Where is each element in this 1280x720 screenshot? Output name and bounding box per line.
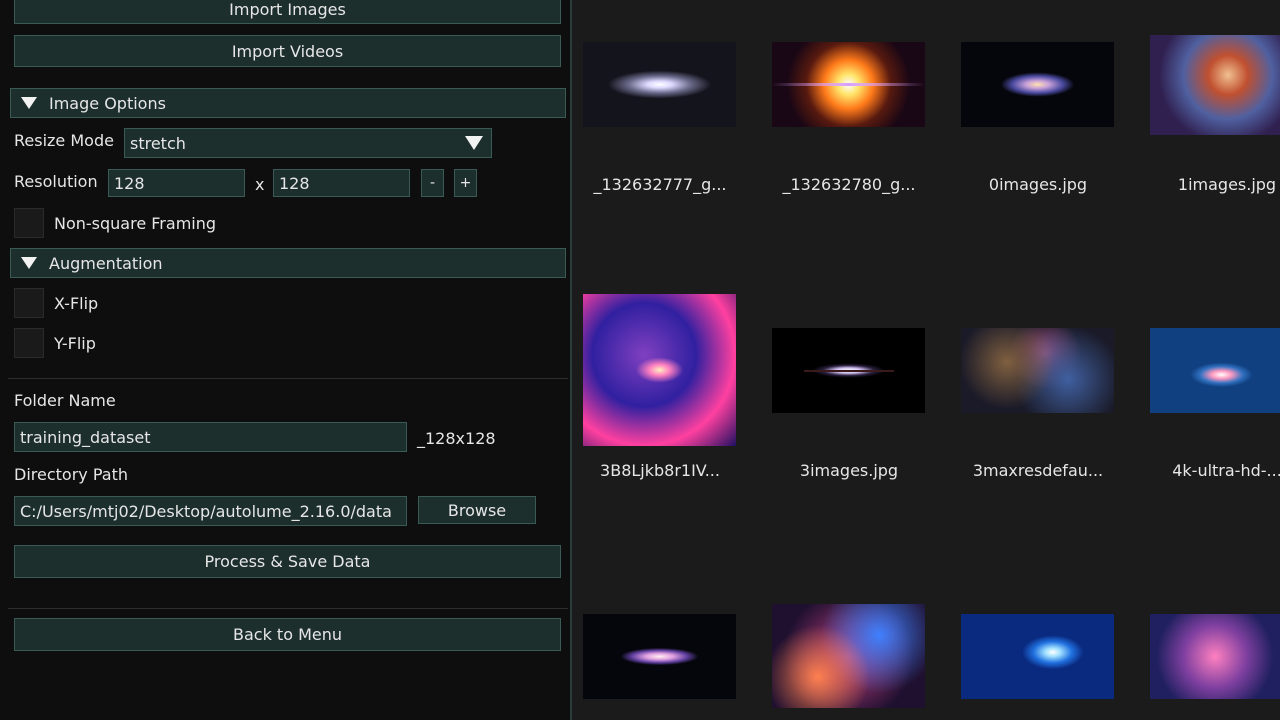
nebula-thumbnail[interactable] bbox=[1150, 35, 1280, 135]
resize-mode-value: stretch bbox=[130, 133, 186, 153]
starburst-thumbnail[interactable] bbox=[772, 42, 925, 127]
import-videos-button[interactable]: Import Videos bbox=[14, 35, 561, 67]
folder-name-suffix: _128x128 bbox=[417, 429, 496, 448]
thumbnail-label: 3B8Ljkb8r1IV... bbox=[600, 461, 720, 480]
thumbnail-label: _132632777_g... bbox=[593, 175, 727, 194]
dropdown-arrow-icon bbox=[465, 136, 483, 150]
directory-path-label: Directory Path bbox=[14, 465, 128, 484]
resolution-decrease-button[interactable]: - bbox=[421, 169, 444, 197]
image-options-header[interactable]: Image Options bbox=[10, 88, 566, 118]
augmentation-header[interactable]: Augmentation bbox=[10, 248, 566, 278]
resolution-width-input[interactable]: 128 bbox=[108, 169, 245, 197]
blue-spiral-galaxy-thumbnail[interactable] bbox=[961, 614, 1114, 699]
non-square-framing-label: Non-square Framing bbox=[54, 214, 217, 233]
dust-lane bbox=[804, 370, 894, 372]
spiral-galaxy-thumbnail[interactable] bbox=[1150, 328, 1280, 413]
thumbnail-label: _132632780_g... bbox=[782, 175, 916, 194]
back-to-menu-button[interactable]: Back to Menu bbox=[14, 618, 561, 651]
sombrero-galaxy-thumbnail[interactable] bbox=[772, 328, 925, 413]
folder-name-input[interactable]: training_dataset bbox=[14, 422, 407, 452]
spiral-galaxy-thumbnail[interactable] bbox=[961, 42, 1114, 127]
yflip-checkbox[interactable] bbox=[14, 328, 44, 358]
resolution-label: Resolution bbox=[14, 172, 98, 191]
galaxy-edge-thumbnail[interactable] bbox=[583, 42, 736, 127]
pink-nebula-thumbnail[interactable] bbox=[1150, 614, 1280, 699]
thumbnail-label: 0images.jpg bbox=[988, 175, 1088, 194]
browse-button[interactable]: Browse bbox=[418, 496, 536, 524]
yflip-label: Y-Flip bbox=[54, 334, 96, 353]
xflip-label: X-Flip bbox=[54, 294, 99, 313]
folder-name-label: Folder Name bbox=[14, 391, 116, 410]
colorful-nebula-thumbnail[interactable] bbox=[772, 604, 925, 708]
import-images-button[interactable]: Import Images bbox=[14, 0, 561, 24]
divider bbox=[8, 608, 568, 609]
thumbnail-label: 4k-ultra-hd-... bbox=[1172, 461, 1280, 480]
resolution-increase-button[interactable]: + bbox=[454, 169, 477, 197]
directory-path-input[interactable]: C:/Users/mtj02/Desktop/autolume_2.16.0/d… bbox=[14, 496, 407, 526]
thumbnail-label: 3images.jpg bbox=[799, 461, 899, 480]
resolution-separator: x bbox=[255, 175, 265, 194]
star-field-thumbnail[interactable] bbox=[961, 328, 1114, 413]
resize-mode-dropdown[interactable]: stretch bbox=[124, 128, 492, 158]
process-save-button[interactable]: Process & Save Data bbox=[14, 545, 561, 578]
image-options-label: Image Options bbox=[49, 93, 166, 113]
dataset-panel: Import Images Import Videos Image Option… bbox=[0, 0, 572, 720]
resolution-height-input[interactable]: 128 bbox=[273, 169, 410, 197]
resize-mode-label: Resize Mode bbox=[14, 131, 114, 150]
xflip-checkbox[interactable] bbox=[14, 288, 44, 318]
thumbnail-label: 3maxresdefau... bbox=[972, 461, 1104, 480]
barred-galaxy-thumbnail[interactable] bbox=[583, 614, 736, 699]
purple-galaxy-thumbnail[interactable] bbox=[583, 294, 736, 446]
divider bbox=[8, 378, 568, 379]
collapse-triangle-icon bbox=[21, 257, 37, 269]
non-square-framing-checkbox[interactable] bbox=[14, 208, 44, 238]
thumbnail-label: 1images.jpg bbox=[1177, 175, 1277, 194]
augmentation-label: Augmentation bbox=[49, 253, 163, 273]
collapse-triangle-icon bbox=[21, 97, 37, 109]
flare-line bbox=[772, 83, 925, 86]
